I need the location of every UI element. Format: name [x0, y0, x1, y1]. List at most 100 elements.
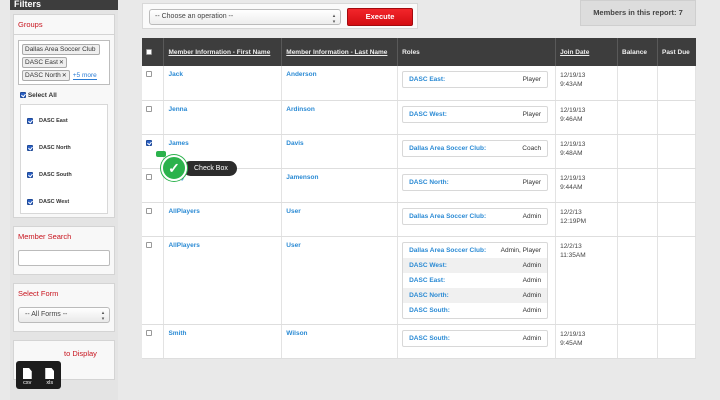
remove-tag-icon[interactable]: ✕ — [62, 73, 67, 79]
row-checkbox[interactable] — [146, 207, 152, 214]
checkbox-icon[interactable] — [27, 117, 33, 124]
members-count: Members in this report: 7 — [580, 0, 696, 26]
operation-select[interactable]: -- Choose an operation -- — [149, 9, 341, 25]
header-join-date[interactable]: Join Date — [555, 38, 618, 66]
last-name-link[interactable]: Anderson — [281, 66, 399, 101]
display-title-text: to Display — [64, 349, 97, 358]
row-checkbox[interactable] — [146, 139, 152, 146]
groups-tag-input[interactable]: Dallas Area Soccer Club DASC East✕ DASC … — [18, 40, 110, 85]
tooltip-label: Check Box — [183, 160, 237, 176]
group-item[interactable]: DASC East — [27, 107, 101, 134]
join-date: 12/2/13 — [560, 242, 582, 250]
last-name-link[interactable]: User — [281, 236, 399, 325]
header-select-all[interactable] — [142, 38, 165, 66]
row-checkbox[interactable] — [146, 71, 152, 78]
role-row: Dallas Area Soccer Club: Coach — [403, 141, 547, 156]
roles-cell: Dallas Area Soccer Club: Admin — [397, 202, 557, 237]
more-groups-link[interactable]: +5 more — [72, 72, 97, 80]
role-group-link[interactable]: DASC North: — [409, 292, 449, 299]
last-name-link[interactable]: Davis — [281, 134, 399, 169]
role-value: Admin — [522, 306, 542, 314]
checkbox-icon[interactable] — [20, 92, 26, 99]
table-row: AllPlayers User Dallas Area Soccer Club: Ad… — [142, 236, 697, 325]
header-last-name-label: Member Information - Last Name — [286, 48, 388, 56]
first-name-link[interactable]: Jack — [163, 66, 283, 101]
group-tag-label: DASC North — [25, 72, 61, 79]
roles-cell: Dallas Area Soccer Club: Coach — [397, 134, 557, 169]
last-name-link[interactable]: Ardinson — [281, 100, 399, 135]
role-value: Admin — [522, 261, 542, 269]
header-first-name[interactable]: Member Information - First Name — [163, 38, 283, 66]
last-name-link[interactable]: User — [281, 202, 399, 237]
first-name-link[interactable]: Smith — [163, 324, 283, 359]
group-item-label: DASC North — [39, 144, 71, 151]
join-date-cell: 12/2/13 12:19PM — [555, 202, 618, 237]
role-group-link[interactable]: DASC South: — [409, 335, 450, 342]
remove-tag-icon[interactable]: ✕ — [59, 60, 64, 66]
last-name-link[interactable]: Wilson — [281, 324, 399, 359]
role-group-link[interactable]: Dallas Area Soccer Club: — [409, 247, 486, 254]
balance-cell — [617, 100, 658, 135]
role-group-link[interactable]: DASC West: — [409, 262, 447, 269]
first-name-link[interactable]: AllPlayers — [163, 202, 283, 237]
row-select-cell — [142, 324, 165, 359]
roles-cell: DASC North: Player — [397, 168, 557, 203]
csv-export-button[interactable]: csv — [22, 368, 32, 386]
row-select-cell — [142, 66, 165, 101]
balance-cell — [617, 66, 658, 101]
balance-cell — [617, 236, 658, 325]
first-name-link[interactable]: AllPlayers — [163, 236, 283, 325]
join-time: 9:48AM — [560, 149, 583, 157]
row-checkbox[interactable] — [146, 241, 152, 248]
checkbox-icon[interactable] — [27, 198, 33, 205]
role-value: Player — [522, 76, 542, 83]
execute-button[interactable]: Execute — [347, 8, 413, 26]
select-form-title: Select Form — [18, 289, 59, 298]
row-checkbox[interactable] — [146, 329, 152, 336]
select-all-checkbox[interactable]: Select All — [14, 90, 114, 101]
role-group-link[interactable]: Dallas Area Soccer Club: — [409, 145, 486, 152]
xls-export-button[interactable]: xls — [45, 368, 55, 386]
row-checkbox[interactable] — [146, 173, 152, 180]
role-group-link[interactable]: Dallas Area Soccer Club: — [409, 213, 486, 220]
join-date: 12/19/13 — [560, 140, 586, 148]
role-group-link[interactable]: DASC South: — [409, 307, 450, 314]
row-select-cell — [142, 236, 165, 325]
group-tag[interactable]: Dallas Area Soccer Club — [22, 44, 100, 55]
group-tag[interactable]: DASC East✕ — [22, 57, 67, 68]
balance-cell — [617, 168, 658, 203]
header-last-name[interactable]: Member Information - Last Name — [281, 38, 399, 66]
header-past-due: Past Due — [657, 38, 696, 66]
select-form-dropdown[interactable]: -- All Forms -- — [18, 307, 110, 323]
member-search-input[interactable] — [18, 250, 110, 266]
select-form-panel: Select Form -- All Forms -- — [13, 283, 115, 332]
group-item[interactable]: DASC North — [27, 134, 101, 161]
group-item[interactable]: DASC West — [27, 188, 101, 215]
role-group-link[interactable]: DASC West: — [409, 111, 447, 118]
join-time: 12:19PM — [560, 217, 587, 225]
group-item[interactable]: DASC South — [27, 161, 101, 188]
roles-box: Dallas Area Soccer Club: Admin — [402, 207, 549, 225]
checkbox-icon[interactable] — [146, 48, 152, 55]
roles-box: DASC West: Player — [402, 105, 549, 123]
past-due-cell — [657, 236, 697, 325]
role-row: DASC East: Player — [403, 72, 547, 87]
past-due-cell — [657, 100, 697, 135]
header-balance: Balance — [617, 38, 658, 66]
first-name-link[interactable]: Jenna — [163, 100, 283, 135]
row-select-cell — [142, 202, 165, 237]
role-group-link[interactable]: DASC East: — [409, 277, 445, 284]
role-value: Coach — [522, 144, 542, 152]
group-tag[interactable]: DASC North✕ — [22, 70, 70, 81]
last-name-link[interactable]: Jamenson — [281, 168, 399, 203]
role-group-link[interactable]: DASC East: — [409, 76, 445, 83]
row-checkbox[interactable] — [146, 105, 152, 112]
join-date: 12/2/13 — [560, 208, 582, 216]
role-group-link[interactable]: DASC North: — [409, 179, 449, 186]
roles-box: Dallas Area Soccer Club: Coach — [402, 139, 549, 157]
role-row: DASC North: Admin — [403, 287, 548, 303]
checkbox-icon[interactable] — [27, 144, 33, 151]
balance-cell — [617, 202, 658, 237]
roles-box: Dallas Area Soccer Club: Admin, Player DAS… — [402, 241, 549, 319]
checkbox-icon[interactable] — [27, 171, 33, 178]
